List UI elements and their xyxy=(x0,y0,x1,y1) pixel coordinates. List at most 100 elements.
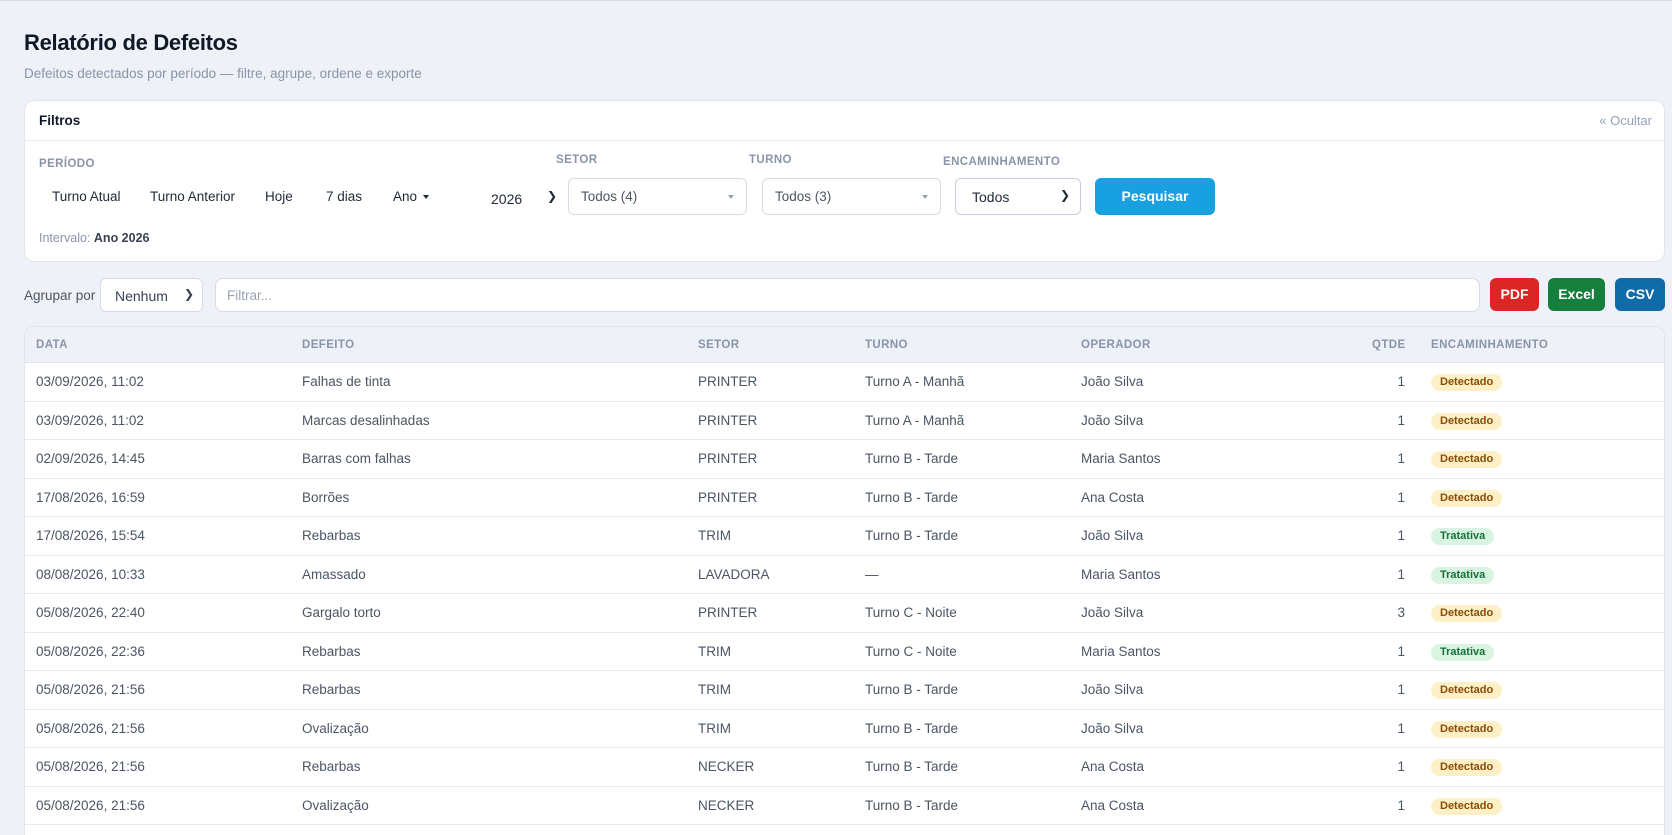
column-header-qtde[interactable]: QTDE xyxy=(1372,339,1406,351)
status-badge: Detectado xyxy=(1431,489,1503,507)
encaminhamento-label: ENCAMINHAMENTO xyxy=(943,156,1061,168)
encaminhamento-select[interactable]: Todos ❯ xyxy=(955,178,1081,215)
period-hoje-button[interactable]: Hoje xyxy=(265,189,293,204)
cell-turno: Turno B - Tarde xyxy=(865,759,959,774)
group-by-label: Agrupar por xyxy=(24,288,96,303)
turno-label: TURNO xyxy=(749,154,792,166)
page-subtitle: Defeitos detectados por período — filtre… xyxy=(24,66,422,81)
table-row[interactable]: 17/08/2026, 16:59 Borrões PRINTER Turno B -… xyxy=(25,479,1664,517)
table-row[interactable]: 02/09/2026, 14:45 Barras com falhas PRINTE… xyxy=(25,440,1664,479)
cell-setor: PRINTER xyxy=(698,374,758,389)
cell-qtde: 1 xyxy=(1397,759,1405,774)
table-row[interactable]: 05/08/2026, 22:40 Gargalo torto PRINTER Tur… xyxy=(25,594,1664,633)
export-csv-button[interactable]: CSV xyxy=(1615,278,1665,311)
cell-data: 05/08/2026, 22:40 xyxy=(36,605,145,620)
setor-value: Todos (4) xyxy=(581,189,638,204)
period-ano-label: Ano xyxy=(393,189,418,204)
table-row[interactable]: 17/08/2026, 15:54 Rebarbas TRIM Turno B - T… xyxy=(25,517,1664,556)
cell-operador: Ana Costa xyxy=(1081,759,1145,774)
status-badge: Detectado xyxy=(1431,374,1503,391)
cell-turno: Turno C - Noite xyxy=(865,643,957,659)
chevron-down-icon: ❯ xyxy=(547,189,558,203)
table-row[interactable]: 08/08/2026, 10:33 Amassado LAVADORA — Maria … xyxy=(25,556,1664,594)
turno-select[interactable]: Todos (3) xyxy=(762,178,941,215)
year-value: 2026 xyxy=(491,191,523,207)
column-header-turno[interactable]: TURNO xyxy=(865,339,908,351)
cell-operador: Maria Santos xyxy=(1081,643,1161,659)
cell-defeito: Amassado xyxy=(302,566,366,582)
cell-qtde: 1 xyxy=(1397,682,1405,697)
cell-operador: Maria Santos xyxy=(1081,566,1161,582)
cell-operador: Maria Santos xyxy=(1081,451,1161,466)
cell-data: 05/08/2026, 21:56 xyxy=(36,720,145,736)
setor-select[interactable]: Todos (4) xyxy=(568,178,747,215)
cell-turno: Turno B - Tarde xyxy=(865,682,959,697)
cell-turno: Turno A - Manhã xyxy=(865,374,965,389)
status-badge: Detectado xyxy=(1431,797,1503,815)
cell-turno: Turno B - Tarde xyxy=(865,451,959,466)
cell-defeito: Rebarbas xyxy=(302,759,361,774)
group-by-value: Nenhum xyxy=(115,288,168,304)
cell-setor: LAVADORA xyxy=(698,566,770,582)
filters-card: Filtros « Ocultar PERÍODO Turno Atual Tu… xyxy=(24,100,1665,262)
column-header-setor[interactable]: SETOR xyxy=(698,339,739,351)
cell-data: 02/09/2026, 14:45 xyxy=(36,451,145,466)
cell-defeito: Falhas de tinta xyxy=(302,374,391,389)
cell-turno: Turno B - Tarde xyxy=(865,528,959,543)
cell-defeito: Ovalização xyxy=(302,720,369,736)
hide-filters-link[interactable]: « Ocultar xyxy=(1599,113,1652,128)
turno-value: Todos (3) xyxy=(775,189,832,204)
table-row[interactable]: 03/09/2026, 11:02 Marcas desalinhadas PRIN… xyxy=(25,402,1664,440)
cell-qtde: 1 xyxy=(1397,412,1405,428)
status-badge: Detectado xyxy=(1431,451,1503,468)
table-row[interactable]: 05/08/2026, 21:56 Rebarbas TRIM Turno B - T… xyxy=(25,671,1664,710)
table-row[interactable]: 05/08/2026, 21:56 Ovalização TRIM Turno B -… xyxy=(25,710,1664,748)
cell-qtde: 3 xyxy=(1397,605,1405,620)
period-turno-anterior-button[interactable]: Turno Anterior xyxy=(150,189,235,204)
defects-table: DATA DEFEITO SETOR TURNO OPERADOR QTDE E… xyxy=(24,326,1665,835)
filters-title: Filtros xyxy=(39,113,81,128)
search-button[interactable]: Pesquisar xyxy=(1095,178,1215,215)
cell-turno: Turno C - Noite xyxy=(865,605,957,620)
column-header-data[interactable]: DATA xyxy=(36,339,68,351)
status-badge: Detectado xyxy=(1431,682,1503,699)
filter-input[interactable] xyxy=(215,278,1480,312)
cell-turno: Turno B - Tarde xyxy=(865,797,959,813)
table-row[interactable]: 03/09/2026, 11:02 Falhas de tinta PRINTER T… xyxy=(25,363,1664,402)
filters-header: Filtros « Ocultar xyxy=(25,101,1664,141)
cell-qtde: 1 xyxy=(1397,566,1405,582)
period-7-dias-button[interactable]: 7 dias xyxy=(326,189,362,204)
year-select[interactable]: 2026 ❯ xyxy=(491,186,571,212)
cell-defeito: Gargalo torto xyxy=(302,605,381,620)
cell-setor: PRINTER xyxy=(698,605,758,620)
table-row[interactable]: 05/08/2026, 21:56 Rebarbas NECKER Turno B -… xyxy=(25,748,1664,787)
cell-data: 05/08/2026, 22:36 xyxy=(36,643,145,659)
cell-operador: João Silva xyxy=(1081,528,1144,543)
cell-operador: Ana Costa xyxy=(1081,489,1145,505)
period-ano-dropdown[interactable]: Ano xyxy=(393,189,430,204)
cell-qtde: 1 xyxy=(1397,374,1405,389)
export-pdf-button[interactable]: PDF xyxy=(1490,278,1539,311)
cell-turno: Turno B - Tarde xyxy=(865,489,959,505)
period-turno-atual-button[interactable]: Turno Atual xyxy=(52,189,121,204)
interval-value: Ano 2026 xyxy=(93,231,150,245)
column-header-encaminhamento[interactable]: ENCAMINHAMENTO xyxy=(1431,339,1548,351)
cell-defeito: Rebarbas xyxy=(302,528,361,543)
cell-setor: TRIM xyxy=(698,720,731,736)
group-by-select[interactable]: Nenhum ❯ xyxy=(100,278,203,312)
cell-data: 03/09/2026, 11:02 xyxy=(36,374,144,389)
cell-setor: NECKER xyxy=(698,759,755,774)
column-header-defeito[interactable]: DEFEITO xyxy=(302,339,354,351)
cell-setor: TRIM xyxy=(698,528,731,543)
cell-operador: João Silva xyxy=(1081,412,1144,428)
cell-setor: PRINTER xyxy=(698,451,758,466)
cell-turno: — xyxy=(865,566,879,582)
caret-down-icon xyxy=(728,195,734,199)
table-row[interactable]: 05/08/2026, 21:56 Ovalização NECKER Turno B… xyxy=(25,787,1664,825)
status-badge: Detectado xyxy=(1431,759,1503,776)
table-row[interactable]: 05/08/2026, 22:36 Rebarbas TRIM Turno C - N… xyxy=(25,633,1664,671)
table-toolbar: Agrupar por Nenhum ❯ PDF Excel CSV xyxy=(24,278,1665,314)
column-header-operador[interactable]: OPERADOR xyxy=(1081,339,1151,351)
cell-data: 17/08/2026, 16:59 xyxy=(36,489,145,505)
export-excel-button[interactable]: Excel xyxy=(1548,278,1605,311)
